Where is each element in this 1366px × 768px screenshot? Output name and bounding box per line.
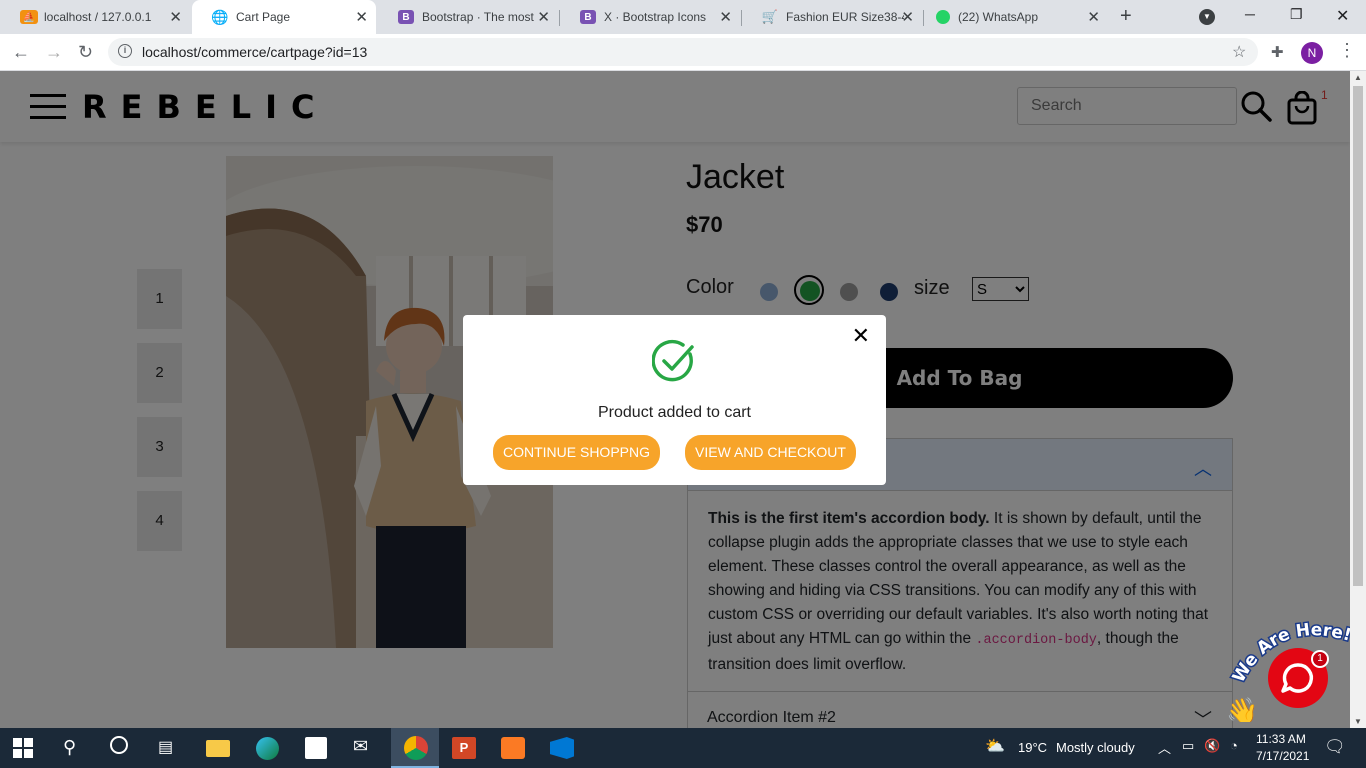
- page-viewport: REBELIC 1 1 2 3 4: [0, 71, 1350, 728]
- scroll-down-icon[interactable]: ▼: [1354, 717, 1362, 726]
- chrome-taskbar-item[interactable]: [391, 728, 439, 768]
- chevron-up-icon[interactable]: ︿: [1158, 738, 1171, 757]
- volume-icon[interactable]: 🔇: [1204, 738, 1220, 754]
- weather-desc[interactable]: Mostly cloudy: [1056, 740, 1135, 755]
- vscode-icon[interactable]: [550, 737, 574, 759]
- reload-icon[interactable]: ↻: [78, 42, 93, 63]
- chat-notification-badge: 1: [1311, 650, 1329, 668]
- tab-title: localhost / 127.0.0.1 / c: [44, 10, 152, 24]
- task-view-icon[interactable]: ▤: [158, 737, 173, 757]
- browser-tab-strip: ⛵ localhost / 127.0.0.1 / c ✕ 🌐 Cart Pag…: [0, 0, 1366, 34]
- address-bar-row: ← → ↻ i localhost/commerce/cartpage?id=1…: [0, 34, 1366, 71]
- tab-fashion[interactable]: 🛒 Fashion EUR Size38-48 ✕: [742, 0, 922, 34]
- page-scrollbar[interactable]: ▲ ▼: [1350, 71, 1366, 728]
- added-to-cart-modal: ✕ Product added to cart CONTINUE SHOPPNG…: [463, 315, 886, 485]
- wifi-icon[interactable]: ◔: [1230, 738, 1238, 753]
- weather-icon: ⛅: [985, 738, 1005, 755]
- info-icon[interactable]: i: [118, 44, 132, 58]
- maximize-icon[interactable]: ❐: [1290, 6, 1303, 23]
- tab-title: Bootstrap · The most p: [422, 10, 534, 24]
- search-icon[interactable]: ⚲: [63, 737, 76, 758]
- store-icon[interactable]: [305, 737, 327, 759]
- close-tab-icon[interactable]: ✕: [355, 8, 368, 26]
- tab-search-icon[interactable]: ▼: [1199, 9, 1215, 25]
- close-tab-icon[interactable]: ✕: [901, 8, 914, 26]
- scroll-up-icon[interactable]: ▲: [1354, 73, 1362, 82]
- cortana-icon[interactable]: [110, 736, 128, 754]
- bootstrap-icon: B: [398, 10, 414, 24]
- file-explorer-icon[interactable]: [206, 740, 230, 757]
- profile-avatar[interactable]: N: [1301, 42, 1323, 64]
- window-close-icon[interactable]: ✕: [1336, 6, 1349, 26]
- modal-message: Product added to cart: [598, 404, 751, 421]
- tab-whatsapp[interactable]: (22) WhatsApp ✕: [924, 0, 1108, 34]
- battery-icon[interactable]: ▭: [1182, 738, 1194, 754]
- cart-icon: 🛒: [761, 9, 779, 24]
- tab-title: (22) WhatsApp: [958, 10, 1039, 24]
- scrollbar-thumb[interactable]: [1353, 86, 1363, 586]
- whatsapp-icon: [936, 10, 950, 24]
- chrome-icon: [404, 736, 428, 760]
- tab-phpmyadmin[interactable]: ⛵ localhost / 127.0.0.1 / c ✕: [0, 0, 190, 34]
- tab-title: Cart Page: [236, 10, 291, 24]
- url-text[interactable]: localhost/commerce/cartpage?id=13: [142, 44, 367, 60]
- close-tab-icon[interactable]: ✕: [537, 8, 550, 26]
- tab-cart-page[interactable]: 🌐 Cart Page ✕: [192, 0, 376, 34]
- edge-icon[interactable]: [256, 737, 279, 760]
- close-icon[interactable]: ✕: [852, 323, 870, 349]
- mail-icon[interactable]: ✉: [353, 736, 368, 757]
- weather-temp[interactable]: 19°C: [1018, 740, 1047, 755]
- close-tab-icon[interactable]: ✕: [1087, 8, 1100, 26]
- bootstrap-icon: B: [580, 10, 596, 24]
- windows-start-icon[interactable]: [13, 738, 33, 758]
- view-and-checkout-button[interactable]: VIEW AND CHECKOUT: [685, 435, 856, 470]
- new-tab-icon[interactable]: +: [1120, 5, 1132, 28]
- bookmark-star-icon[interactable]: ☆: [1232, 42, 1246, 62]
- close-tab-icon[interactable]: ✕: [169, 8, 182, 26]
- minimize-icon[interactable]: ─: [1245, 6, 1255, 22]
- tab-bootstrap-icons[interactable]: B X · Bootstrap Icons ✕: [560, 0, 740, 34]
- notifications-icon[interactable]: 🗨: [1324, 737, 1346, 757]
- tab-title: Fashion EUR Size38-48: [786, 10, 904, 24]
- close-tab-icon[interactable]: ✕: [719, 8, 732, 26]
- continue-shopping-button[interactable]: CONTINUE SHOPPNG: [493, 435, 660, 470]
- forward-icon[interactable]: →: [45, 42, 63, 63]
- extensions-icon[interactable]: ✚: [1271, 43, 1284, 61]
- waving-hand-icon: 👋: [1226, 696, 1258, 722]
- back-icon[interactable]: ←: [12, 42, 30, 63]
- clock-date[interactable]: 7/17/2021: [1256, 749, 1309, 763]
- clock-time[interactable]: 11:33 AM: [1256, 732, 1306, 746]
- windows-taskbar: ⚲ ▤ ✉ P ⛅ 19°C Mostly cloudy ︿ ▭ 🔇 ◔ 11:…: [0, 728, 1366, 768]
- omnibox[interactable]: i localhost/commerce/cartpage?id=13: [108, 38, 1258, 66]
- pma-icon: ⛵: [20, 10, 38, 24]
- globe-icon: 🌐: [211, 8, 229, 25]
- check-circle-icon: [652, 339, 694, 382]
- powerpoint-icon[interactable]: P: [452, 737, 476, 759]
- tab-bootstrap[interactable]: B Bootstrap · The most p ✕: [378, 0, 558, 34]
- tab-title: X · Bootstrap Icons: [604, 10, 707, 24]
- menu-icon[interactable]: ⋮: [1338, 40, 1356, 61]
- xampp-icon[interactable]: [501, 737, 525, 759]
